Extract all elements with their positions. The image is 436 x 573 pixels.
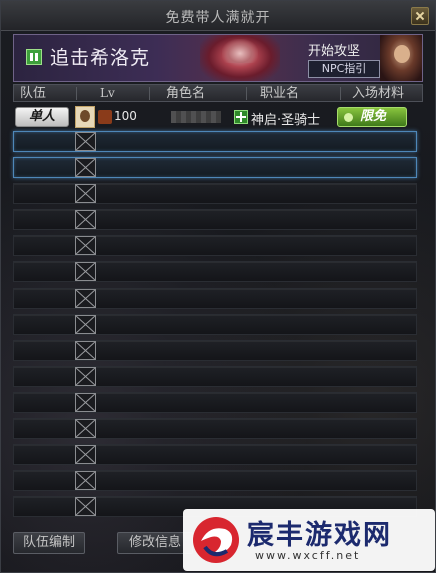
watermark-url: www.wxcff.net [255, 549, 361, 562]
table-header: 队伍 Lv 角色名 职业名 入场材料 [13, 84, 423, 102]
column-header-job: 职业名 [260, 86, 300, 101]
member-slot[interactable] [13, 313, 417, 335]
empty-slot-icon [75, 158, 96, 178]
ticket-badge-label: 限免 [360, 109, 387, 124]
member-slot[interactable] [13, 235, 417, 257]
column-divider [76, 87, 77, 100]
watermark-logo-icon [193, 517, 239, 563]
column-divider [246, 87, 247, 100]
member-slot[interactable] [13, 391, 417, 413]
empty-slot-icon [75, 236, 96, 256]
team-badge: 单人 [15, 107, 69, 127]
empty-slot-icon [75, 497, 96, 517]
member-slot[interactable] [13, 444, 417, 466]
boss-portrait [200, 35, 280, 81]
level-icon [98, 110, 112, 124]
member-slot[interactable] [13, 365, 417, 387]
empty-slot-icon [75, 210, 96, 230]
close-icon[interactable] [411, 7, 429, 25]
empty-slot-icon [75, 392, 96, 412]
column-header-ticket: 入场材料 [352, 86, 405, 101]
team-edit-button[interactable]: 队伍编制 [13, 532, 85, 554]
npc-guide-button[interactable]: NPC指引 [308, 60, 380, 78]
empty-slot-icon [75, 471, 96, 491]
empty-slot-icon [75, 419, 96, 439]
column-header-team: 队伍 [20, 86, 47, 101]
member-slot-list [13, 131, 417, 522]
job-name: 神启·圣骑士 [251, 113, 321, 128]
dungeon-banner: 追击希洛克 开始攻坚 NPC指引 [13, 34, 423, 82]
member-slot[interactable] [13, 261, 417, 283]
player-level: 100 [114, 109, 137, 123]
empty-slot-icon [75, 132, 96, 151]
party-window: 免费带人满就开 追击希洛克 开始攻坚 NPC指引 队伍 Lv 角色名 职业名 入… [0, 0, 436, 573]
column-divider [340, 87, 341, 100]
job-plus-icon [234, 110, 248, 124]
site-watermark: 宸丰游戏网 www.wxcff.net [183, 509, 435, 571]
member-slot[interactable] [13, 131, 417, 152]
modify-info-button[interactable]: 修改信息 [117, 532, 193, 554]
empty-slot-icon [75, 184, 96, 204]
member-slot[interactable] [13, 470, 417, 492]
pause-icon[interactable] [26, 49, 42, 65]
column-header-name: 角色名 [166, 86, 206, 101]
ticket-badge: 限免 [337, 107, 407, 127]
empty-slot-icon [75, 288, 96, 308]
column-divider [149, 87, 150, 100]
title-bar[interactable]: 免费带人满就开 [1, 1, 435, 31]
member-slot[interactable] [13, 157, 417, 179]
empty-slot-icon [75, 340, 96, 360]
empty-slot-icon [75, 314, 96, 334]
empty-slot-icon [75, 366, 96, 386]
member-slot[interactable] [13, 287, 417, 309]
ticket-icon [344, 113, 353, 122]
player-name-redacted [171, 111, 221, 123]
member-slot[interactable] [13, 183, 417, 205]
member-slot[interactable] [13, 339, 417, 361]
member-slot[interactable] [13, 418, 417, 440]
empty-slot-icon [75, 262, 96, 282]
window-title: 免费带人满就开 [165, 10, 271, 26]
empty-slot-icon [75, 445, 96, 465]
watermark-title: 宸丰游戏网 [247, 520, 392, 551]
column-header-lv: Lv [100, 86, 115, 100]
dungeon-name: 追击希洛克 [50, 47, 151, 69]
npc-portrait [380, 35, 422, 81]
avatar [75, 106, 95, 128]
start-attack-label: 开始攻坚 [308, 44, 361, 59]
player-row[interactable]: 单人 100 神启·圣骑士 限免 [13, 105, 423, 129]
member-slot[interactable] [13, 209, 417, 231]
